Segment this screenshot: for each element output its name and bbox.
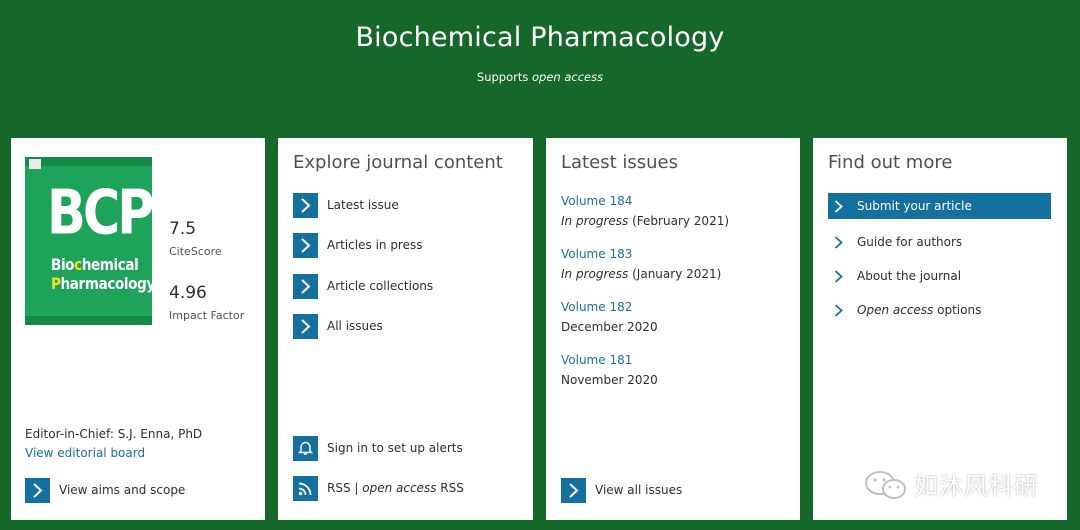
watermark-text: 如沐风科研 [914, 472, 1039, 500]
volume-183-month: (January 2021) [632, 267, 722, 281]
journal-overview-card: BCP Biochemical Pharmacology 7.5 CiteSco… [11, 138, 265, 520]
publisher-logo-icon [29, 159, 41, 169]
articles-in-press-arrow-button[interactable] [293, 233, 318, 258]
explore-content-title: Explore journal content [293, 152, 503, 173]
rss-link[interactable]: RSS | open access RSS [327, 481, 464, 495]
cover-line2-part-b: harmacology [60, 274, 152, 293]
latest-issues-card: Latest issues Volume 184 In progress (Fe… [546, 138, 800, 520]
volume-184-status: In progress [561, 214, 629, 228]
view-aims-scope-label[interactable]: View aims and scope [59, 483, 185, 497]
chevron-right-icon [301, 198, 311, 213]
submit-article-button[interactable]: Submit your article [828, 193, 1051, 219]
find-out-more-title: Find out more [828, 152, 953, 173]
open-access-options-link[interactable]: Open access options [828, 297, 1051, 323]
all-issues-arrow-button[interactable] [293, 314, 318, 339]
wechat-icon [865, 471, 906, 499]
editor-in-chief: Editor-in-Chief: S.J. Enna, PhD [25, 427, 203, 441]
open-access-options-label: Open access options [857, 303, 981, 317]
open-access-emphasis: open access [532, 70, 604, 84]
cover-acronym: BCP [47, 178, 152, 249]
volume-184-date: In progress (February 2021) [561, 214, 729, 228]
volume-183-link[interactable]: Volume 183 [561, 247, 632, 261]
latest-issues-title: Latest issues [561, 152, 678, 173]
about-journal-link[interactable]: About the journal [828, 263, 1051, 289]
chevron-right-icon [569, 483, 579, 498]
options-suffix: options [933, 303, 982, 317]
volume-183-status: In progress [561, 267, 629, 281]
explore-content-card: Explore journal content Latest issue Art… [278, 138, 533, 520]
rss-icon [298, 482, 312, 496]
cover-line1-part-c: hemical [81, 255, 139, 274]
cover-line1-part-a: Bio [51, 255, 75, 274]
cover-top-band [25, 157, 152, 166]
article-collections-link[interactable]: Article collections [327, 279, 433, 293]
journal-title: Biochemical Pharmacology [355, 22, 725, 53]
chevron-right-icon [834, 270, 843, 283]
supports-prefix: Supports [476, 70, 529, 84]
view-all-issues-arrow-button[interactable] [561, 478, 586, 503]
view-editorial-board-link[interactable]: View editorial board [25, 446, 145, 460]
citescore-label: CiteScore [169, 245, 222, 258]
rss-open-access: open access [362, 481, 437, 495]
rss-suffix: RSS [436, 481, 464, 495]
chevron-right-icon [301, 238, 311, 253]
chevron-right-icon [834, 236, 843, 249]
cover-subtitle: Biochemical Pharmacology [51, 255, 152, 293]
find-out-more-card: Find out more Submit your article Guide … [813, 138, 1067, 520]
volume-182-link[interactable]: Volume 182 [561, 300, 632, 314]
cover-subtitle-line1: Biochemical [51, 255, 152, 274]
cover-bottom-band [25, 316, 152, 325]
open-access-note: Supports open access [0, 70, 1080, 84]
chevron-right-icon [33, 483, 43, 498]
cover-line2-highlight: P [51, 274, 61, 293]
aims-scope-arrow-button[interactable] [25, 478, 50, 503]
impact-factor-label: Impact Factor [169, 309, 245, 322]
journal-cover-image[interactable]: BCP Biochemical Pharmacology [25, 157, 152, 325]
article-collections-arrow-button[interactable] [293, 274, 318, 299]
guide-for-authors-link[interactable]: Guide for authors [828, 229, 1051, 255]
chevron-right-icon [301, 319, 311, 334]
all-issues-link[interactable]: All issues [327, 319, 383, 333]
latest-issue-link[interactable]: Latest issue [327, 198, 399, 212]
volume-184-link[interactable]: Volume 184 [561, 194, 632, 208]
latest-issue-arrow-button[interactable] [293, 193, 318, 218]
submit-article-label: Submit your article [857, 199, 972, 213]
chevron-right-icon [834, 304, 843, 317]
rss-prefix: RSS | [327, 481, 363, 495]
open-access-em: Open access [857, 303, 934, 317]
articles-in-press-link[interactable]: Articles in press [327, 238, 423, 252]
bell-icon [298, 441, 313, 455]
view-all-issues-link[interactable]: View all issues [595, 483, 682, 497]
alerts-bell-button[interactable] [293, 436, 318, 461]
cover-subtitle-line2: Pharmacology [51, 274, 152, 293]
rss-button[interactable] [293, 476, 318, 501]
volume-181-link[interactable]: Volume 181 [561, 353, 632, 367]
chevron-right-icon [301, 279, 311, 294]
sign-in-alerts-link[interactable]: Sign in to set up alerts [327, 441, 463, 455]
citescore-value: 7.5 [169, 219, 197, 239]
volume-184-month: (February 2021) [632, 214, 730, 228]
cover-line1-highlight: c [74, 255, 82, 274]
volume-182-date: December 2020 [561, 320, 658, 334]
chevron-right-icon [834, 200, 843, 213]
guide-for-authors-label: Guide for authors [857, 235, 963, 249]
volume-183-date: In progress (January 2021) [561, 267, 721, 281]
volume-181-date: November 2020 [561, 373, 658, 387]
about-journal-label: About the journal [857, 269, 962, 283]
impact-factor-value: 4.96 [169, 283, 207, 303]
